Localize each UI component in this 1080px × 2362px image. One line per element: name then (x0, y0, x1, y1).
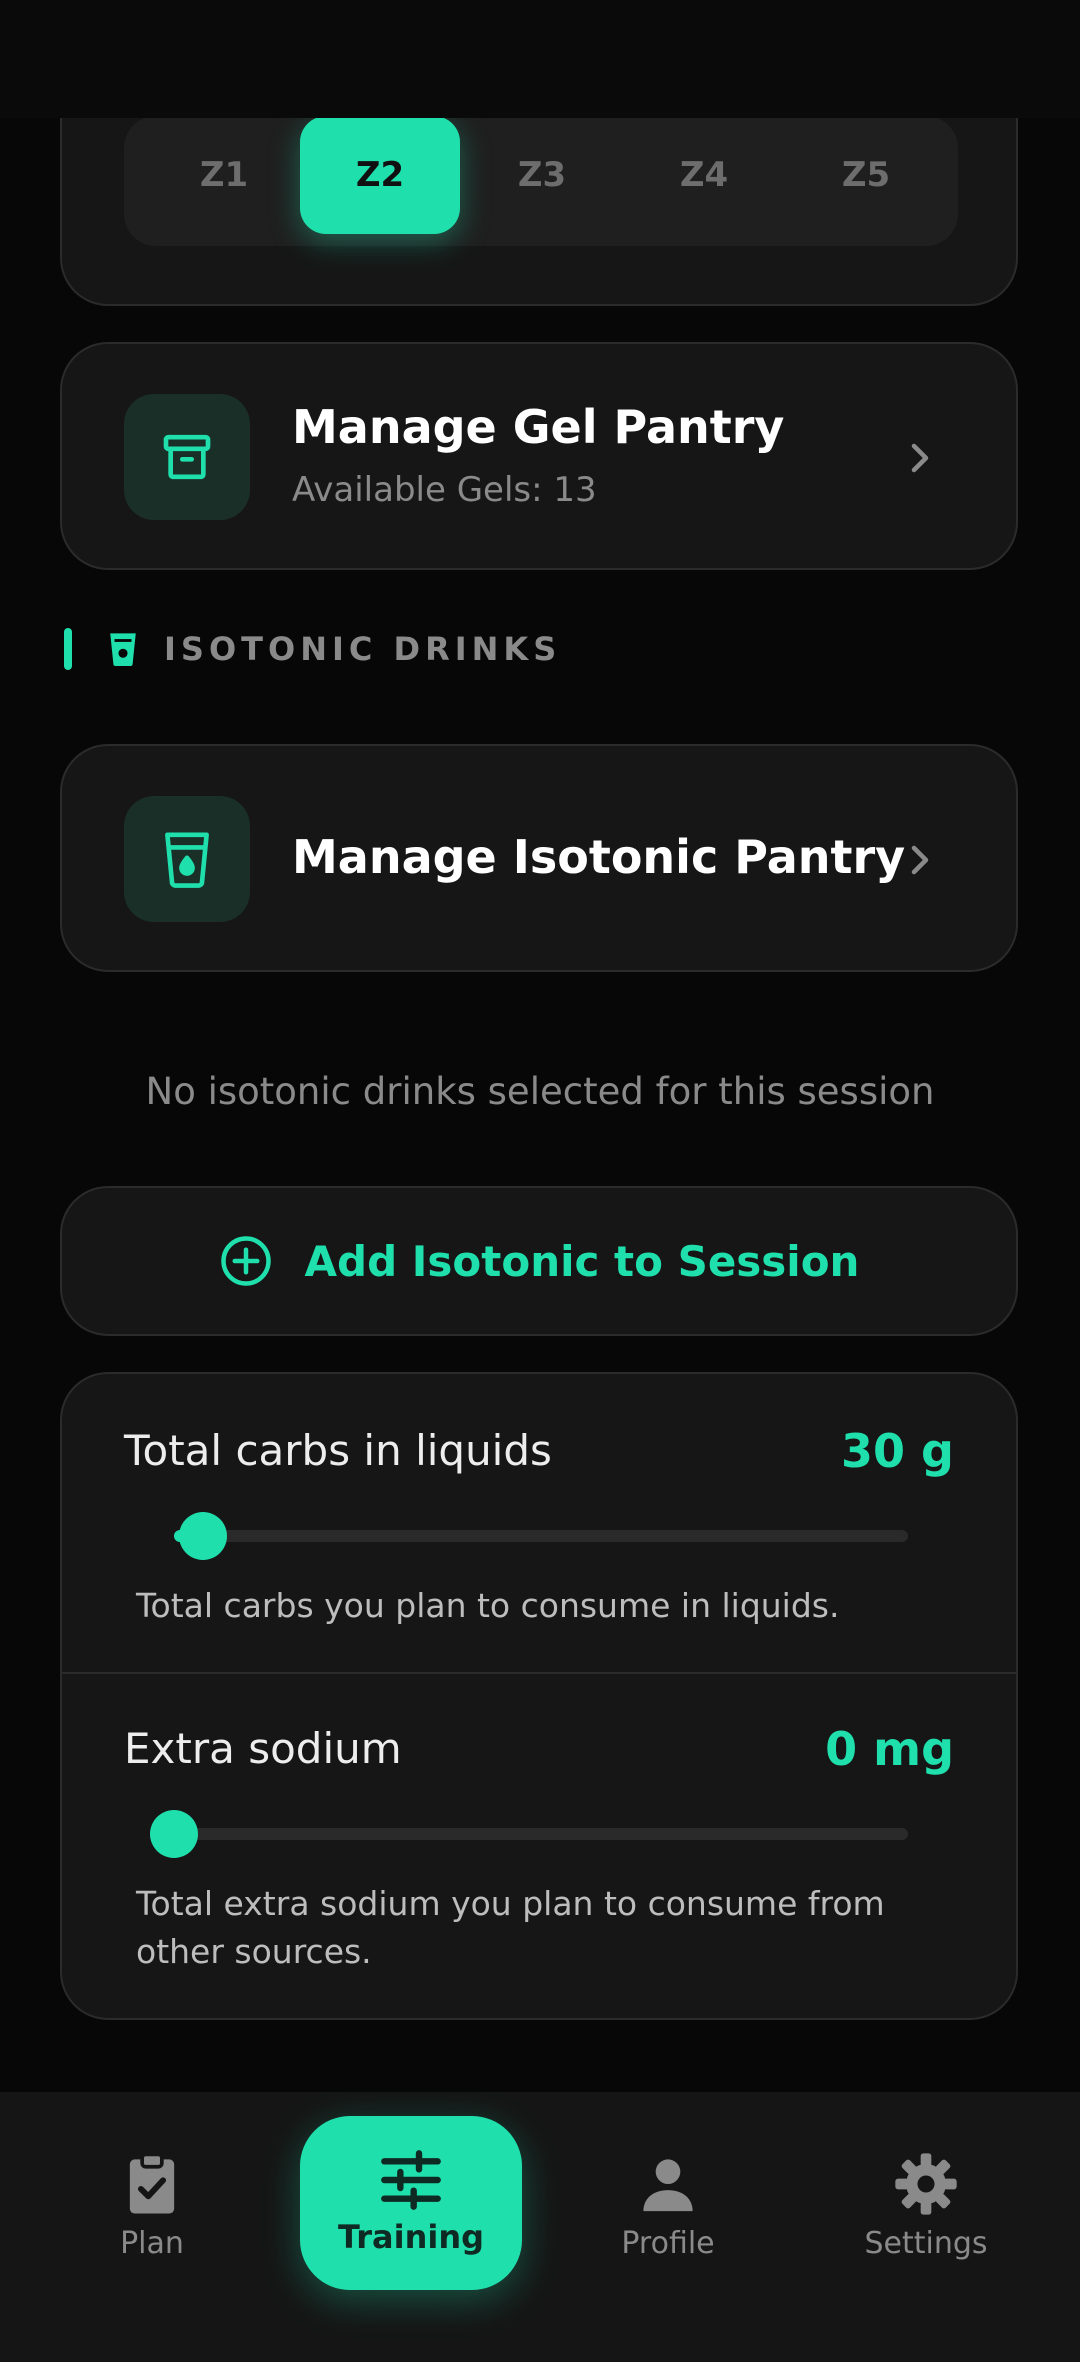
gel-pantry-subtitle: Available Gels: 13 (292, 470, 597, 510)
nav-settings[interactable]: Settings (816, 2152, 1036, 2312)
nav-profile[interactable]: Profile (558, 2152, 778, 2312)
cup-icon (110, 633, 136, 666)
section-accent-bar (64, 628, 72, 670)
manage-isotonic-pantry-card[interactable]: Manage Isotonic Pantry (60, 744, 1018, 972)
archive-box-icon (124, 394, 250, 520)
nav-settings-label: Settings (864, 2226, 988, 2261)
nav-plan-label: Plan (120, 2226, 184, 2261)
zone-z2[interactable]: Z2 (300, 116, 460, 234)
chevron-right-icon (911, 443, 929, 473)
chevron-right-icon (911, 845, 929, 875)
bottom-nav: Plan Training Profile Settings (0, 2092, 1080, 2362)
liquids-card: Total carbs in liquids 30 g Total carbs … (60, 1372, 1018, 2020)
nav-plan[interactable]: Plan (42, 2152, 262, 2312)
nav-training[interactable]: Training (300, 2116, 522, 2290)
isotonic-section-label: ISOTONIC DRINKS (164, 630, 562, 668)
carbs-slider-thumb[interactable] (179, 1512, 228, 1560)
zone-z3[interactable]: Z3 (462, 116, 622, 234)
clipboard-check-icon (129, 2152, 175, 2214)
zone-selector: Z1 Z2 Z3 Z4 Z5 (124, 116, 958, 246)
carbs-description: Total carbs you plan to consume in liqui… (136, 1586, 840, 1625)
isotonic-pantry-title: Manage Isotonic Pantry (292, 830, 906, 884)
sodium-slider-thumb[interactable] (150, 1810, 198, 1858)
zone-z1[interactable]: Z1 (144, 116, 304, 234)
zone-z5[interactable]: Z5 (786, 116, 946, 234)
add-isotonic-button[interactable]: Add Isotonic to Session (60, 1186, 1018, 1336)
drink-cup-icon (124, 796, 250, 922)
divider (62, 1672, 1016, 1674)
status-bar (0, 0, 1080, 118)
empty-isotonic-message: No isotonic drinks selected for this ses… (145, 1070, 935, 1113)
nav-profile-label: Profile (621, 2226, 715, 2261)
gear-icon (895, 2153, 957, 2215)
sodium-slider[interactable] (150, 1810, 908, 1858)
carbs-value: 30 g (841, 1424, 954, 1478)
sodium-title: Extra sodium (124, 1724, 402, 1773)
add-isotonic-label: Add Isotonic to Session (304, 1236, 860, 1286)
manage-gel-pantry-card[interactable]: Manage Gel Pantry Available Gels: 13 (60, 342, 1018, 570)
carbs-slider[interactable] (174, 1512, 908, 1560)
zone-z4[interactable]: Z4 (624, 116, 784, 234)
sliders-icon (381, 2150, 441, 2210)
gel-pantry-title: Manage Gel Pantry (292, 400, 785, 454)
person-icon (643, 2159, 693, 2212)
carbs-title: Total carbs in liquids (124, 1426, 552, 1475)
nav-training-label: Training (337, 2218, 485, 2256)
sodium-description: Total extra sodium you plan to consume f… (136, 1884, 885, 1971)
plus-circle-icon (220, 1236, 271, 1286)
isotonic-section-header: ISOTONIC DRINKS (64, 624, 561, 674)
sodium-value: 0 mg (825, 1722, 954, 1776)
